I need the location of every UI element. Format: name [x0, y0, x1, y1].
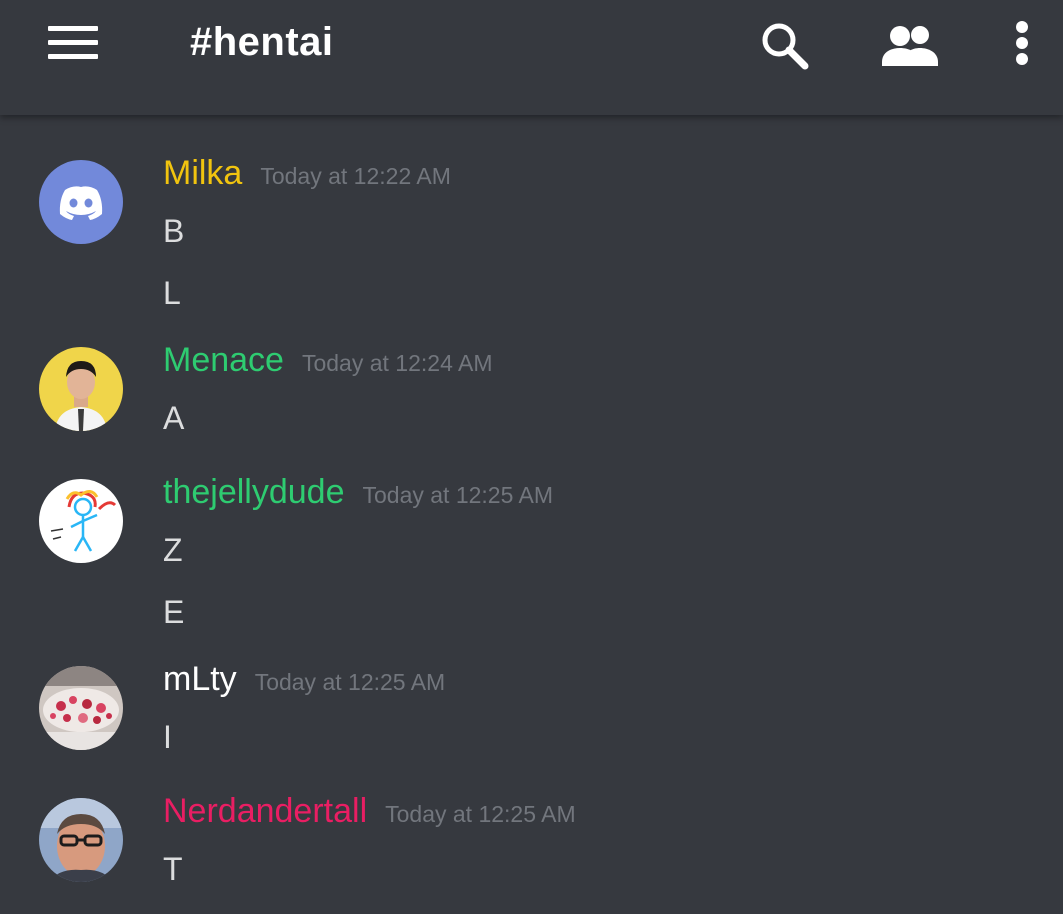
username[interactable]: thejellydude — [163, 473, 344, 511]
top-bar: #hentai — [0, 0, 1063, 115]
message-text: T — [163, 851, 183, 887]
avatar[interactable] — [39, 160, 123, 244]
avatar[interactable] — [39, 347, 123, 431]
channel-title: #hentai — [190, 20, 334, 64]
timestamp: Today at 12:24 AM — [301, 350, 493, 376]
members-icon[interactable] — [880, 18, 938, 74]
cake-avatar-image — [39, 666, 123, 750]
username[interactable]: mLty — [163, 660, 237, 698]
username[interactable]: Menace — [163, 341, 284, 379]
avatar[interactable] — [39, 798, 123, 882]
message-text: L — [163, 275, 181, 311]
username[interactable]: Milka — [163, 154, 242, 192]
message-text: Z — [163, 532, 183, 568]
stick-figure-avatar-image — [39, 479, 123, 563]
username[interactable]: Nerdandertall — [163, 792, 367, 830]
timestamp: Today at 12:25 AM — [254, 669, 446, 695]
message-text: I — [163, 719, 172, 755]
timestamp: Today at 12:22 AM — [260, 163, 451, 189]
discord-logo-icon — [39, 160, 123, 244]
person-avatar-image — [39, 347, 123, 431]
timestamp: Today at 12:25 AM — [385, 801, 576, 827]
more-vertical-icon[interactable] — [994, 18, 1050, 74]
message-text: E — [163, 594, 185, 630]
timestamp: Today at 12:25 AM — [362, 482, 553, 508]
avatar[interactable] — [39, 479, 123, 563]
message-text: A — [163, 400, 185, 436]
search-icon[interactable] — [757, 18, 813, 74]
avatar[interactable] — [39, 666, 123, 750]
message-list[interactable]: Milka Today at 12:22 AM B L Menace Today a… — [0, 115, 1063, 914]
message-text: B — [163, 213, 185, 249]
person-with-glasses-avatar-image — [39, 798, 123, 882]
menu-icon[interactable] — [48, 26, 98, 60]
